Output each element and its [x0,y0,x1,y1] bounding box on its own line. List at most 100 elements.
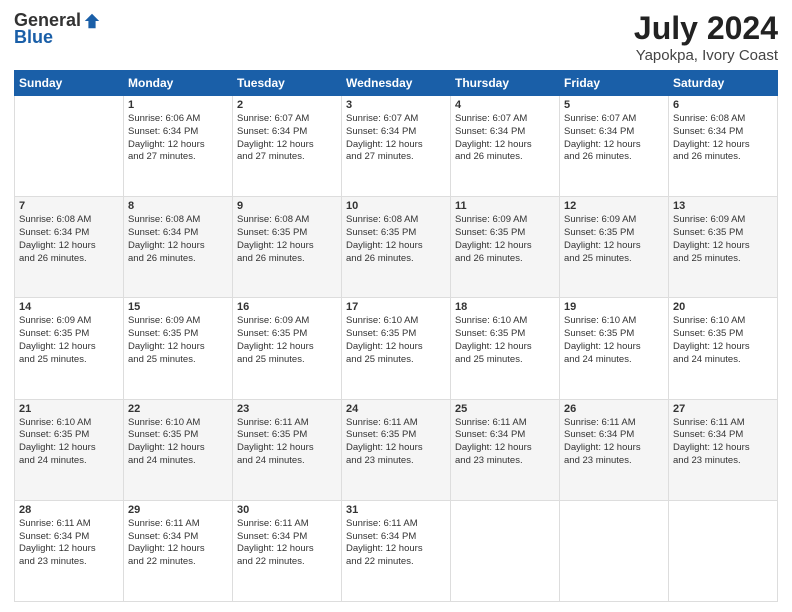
week-row-4: 28 Sunrise: 6:11 AM Sunset: 6:34 PM Dayli… [15,500,778,601]
day-number: 29 [128,504,228,516]
calendar-cell: 1 Sunrise: 6:06 AM Sunset: 6:34 PM Daylig… [124,96,233,197]
day-info: Sunrise: 6:11 AM Sunset: 6:34 PM Dayligh… [673,417,773,468]
calendar-cell: 10Sunrise: 6:08 AM Sunset: 6:35 PM Dayli… [342,197,451,298]
calendar-cell: 25 Sunrise: 6:11 AM Sunset: 6:34 PM Dayli… [451,399,560,500]
day-info: Sunrise: 6:07 AM Sunset: 6:34 PM Dayligh… [455,113,555,164]
day-number: 24 [346,403,446,415]
day-number: 20 [673,301,773,313]
week-row-2: 14 Sunrise: 6:09 AM Sunset: 6:35 PM Dayli… [15,298,778,399]
week-row-1: 7 Sunrise: 6:08 AM Sunset: 6:34 PM Daylig… [15,197,778,298]
calendar-cell: 27 Sunrise: 6:11 AM Sunset: 6:34 PM Dayli… [669,399,778,500]
title-block: July 2024 Yapokpa, Ivory Coast [634,10,778,64]
calendar-cell: 21 Sunrise: 6:10 AM Sunset: 6:35 PM Dayli… [15,399,124,500]
day-info: Sunrise: 6:11 AM Sunset: 6:34 PM Dayligh… [455,417,555,468]
calendar-cell [669,500,778,601]
day-info: Sunrise: 6:09 AM Sunset: 6:35 PM Dayligh… [237,315,337,366]
day-info: Sunrise: 6:07 AM Sunset: 6:34 PM Dayligh… [346,113,446,164]
day-info: Sunrise: 6:07 AM Sunset: 6:34 PM Dayligh… [564,113,664,164]
day-info: Sunrise: 6:06 AM Sunset: 6:34 PM Dayligh… [128,113,228,164]
day-number: 3 [346,99,446,111]
day-number: 11 [455,200,555,212]
day-number: 26 [564,403,664,415]
day-number: 2 [237,99,337,111]
calendar-cell: 9 Sunrise: 6:08 AM Sunset: 6:35 PM Daylig… [233,197,342,298]
calendar-cell: 8 Sunrise: 6:08 AM Sunset: 6:34 PM Daylig… [124,197,233,298]
calendar-cell: 17 Sunrise: 6:10 AM Sunset: 6:35 PM Dayli… [342,298,451,399]
day-number: 28 [19,504,119,516]
day-number: 8 [128,200,228,212]
day-number: 14 [19,301,119,313]
day-info: Sunrise: 6:09 AM Sunset: 6:35 PM Dayligh… [564,214,664,265]
calendar-table: SundayMondayTuesdayWednesdayThursdayFrid… [14,70,778,602]
calendar-cell [451,500,560,601]
day-number: 16 [237,301,337,313]
day-number: 13 [673,200,773,212]
weekday-header-wednesday: Wednesday [342,71,451,96]
day-info: Sunrise: 6:11 AM Sunset: 6:34 PM Dayligh… [237,518,337,569]
calendar-cell: 28 Sunrise: 6:11 AM Sunset: 6:34 PM Dayli… [15,500,124,601]
weekday-header-monday: Monday [124,71,233,96]
calendar-cell: 16 Sunrise: 6:09 AM Sunset: 6:35 PM Dayli… [233,298,342,399]
day-number: 17 [346,301,446,313]
location: Yapokpa, Ivory Coast [634,47,778,64]
logo-blue-text: Blue [14,27,53,48]
day-info: Sunrise: 6:08 AM Sunset: 6:34 PM Dayligh… [673,113,773,164]
calendar-cell: 26 Sunrise: 6:11 AM Sunset: 6:34 PM Dayli… [560,399,669,500]
calendar-cell: 4 Sunrise: 6:07 AM Sunset: 6:34 PM Daylig… [451,96,560,197]
weekday-header-sunday: Sunday [15,71,124,96]
day-number: 10 [346,200,446,212]
day-info: Sunrise: 6:11 AM Sunset: 6:34 PM Dayligh… [564,417,664,468]
day-info: Sunrise: 6:08 AM Sunset: 6:34 PM Dayligh… [19,214,119,265]
week-row-0: 1 Sunrise: 6:06 AM Sunset: 6:34 PM Daylig… [15,96,778,197]
calendar-cell: 20 Sunrise: 6:10 AM Sunset: 6:35 PM Dayli… [669,298,778,399]
calendar-cell: 7 Sunrise: 6:08 AM Sunset: 6:34 PM Daylig… [15,197,124,298]
weekday-header-row: SundayMondayTuesdayWednesdayThursdayFrid… [15,71,778,96]
logo-icon [83,12,101,30]
day-number: 4 [455,99,555,111]
day-info: Sunrise: 6:10 AM Sunset: 6:35 PM Dayligh… [128,417,228,468]
day-number: 12 [564,200,664,212]
calendar-cell: 30Sunrise: 6:11 AM Sunset: 6:34 PM Dayli… [233,500,342,601]
calendar-cell: 5Sunrise: 6:07 AM Sunset: 6:34 PM Daylig… [560,96,669,197]
day-info: Sunrise: 6:10 AM Sunset: 6:35 PM Dayligh… [455,315,555,366]
day-info: Sunrise: 6:11 AM Sunset: 6:34 PM Dayligh… [19,518,119,569]
logo: General Blue [14,10,101,48]
day-info: Sunrise: 6:07 AM Sunset: 6:34 PM Dayligh… [237,113,337,164]
calendar-cell: 19Sunrise: 6:10 AM Sunset: 6:35 PM Dayli… [560,298,669,399]
day-info: Sunrise: 6:10 AM Sunset: 6:35 PM Dayligh… [673,315,773,366]
calendar-cell: 2 Sunrise: 6:07 AM Sunset: 6:34 PM Daylig… [233,96,342,197]
weekday-header-saturday: Saturday [669,71,778,96]
calendar-cell: 15Sunrise: 6:09 AM Sunset: 6:35 PM Dayli… [124,298,233,399]
calendar-cell [15,96,124,197]
day-number: 9 [237,200,337,212]
day-number: 18 [455,301,555,313]
calendar-cell: 23Sunrise: 6:11 AM Sunset: 6:35 PM Dayli… [233,399,342,500]
day-number: 7 [19,200,119,212]
calendar-cell: 14 Sunrise: 6:09 AM Sunset: 6:35 PM Dayli… [15,298,124,399]
weekday-header-friday: Friday [560,71,669,96]
day-info: Sunrise: 6:09 AM Sunset: 6:35 PM Dayligh… [19,315,119,366]
calendar-cell: 11Sunrise: 6:09 AM Sunset: 6:35 PM Dayli… [451,197,560,298]
day-info: Sunrise: 6:11 AM Sunset: 6:34 PM Dayligh… [128,518,228,569]
day-info: Sunrise: 6:08 AM Sunset: 6:34 PM Dayligh… [128,214,228,265]
day-info: Sunrise: 6:10 AM Sunset: 6:35 PM Dayligh… [19,417,119,468]
day-info: Sunrise: 6:08 AM Sunset: 6:35 PM Dayligh… [237,214,337,265]
weekday-header-tuesday: Tuesday [233,71,342,96]
day-info: Sunrise: 6:09 AM Sunset: 6:35 PM Dayligh… [673,214,773,265]
calendar-cell: 24Sunrise: 6:11 AM Sunset: 6:35 PM Dayli… [342,399,451,500]
month-year: July 2024 [634,10,778,47]
day-number: 25 [455,403,555,415]
calendar-cell: 12 Sunrise: 6:09 AM Sunset: 6:35 PM Dayli… [560,197,669,298]
day-info: Sunrise: 6:10 AM Sunset: 6:35 PM Dayligh… [346,315,446,366]
day-info: Sunrise: 6:11 AM Sunset: 6:34 PM Dayligh… [346,518,446,569]
calendar-cell: 22Sunrise: 6:10 AM Sunset: 6:35 PM Dayli… [124,399,233,500]
day-number: 23 [237,403,337,415]
day-number: 27 [673,403,773,415]
day-info: Sunrise: 6:10 AM Sunset: 6:35 PM Dayligh… [564,315,664,366]
calendar-cell: 6Sunrise: 6:08 AM Sunset: 6:34 PM Daylig… [669,96,778,197]
day-number: 1 [128,99,228,111]
calendar-cell: 31Sunrise: 6:11 AM Sunset: 6:34 PM Dayli… [342,500,451,601]
weekday-header-thursday: Thursday [451,71,560,96]
day-number: 21 [19,403,119,415]
week-row-3: 21 Sunrise: 6:10 AM Sunset: 6:35 PM Dayli… [15,399,778,500]
